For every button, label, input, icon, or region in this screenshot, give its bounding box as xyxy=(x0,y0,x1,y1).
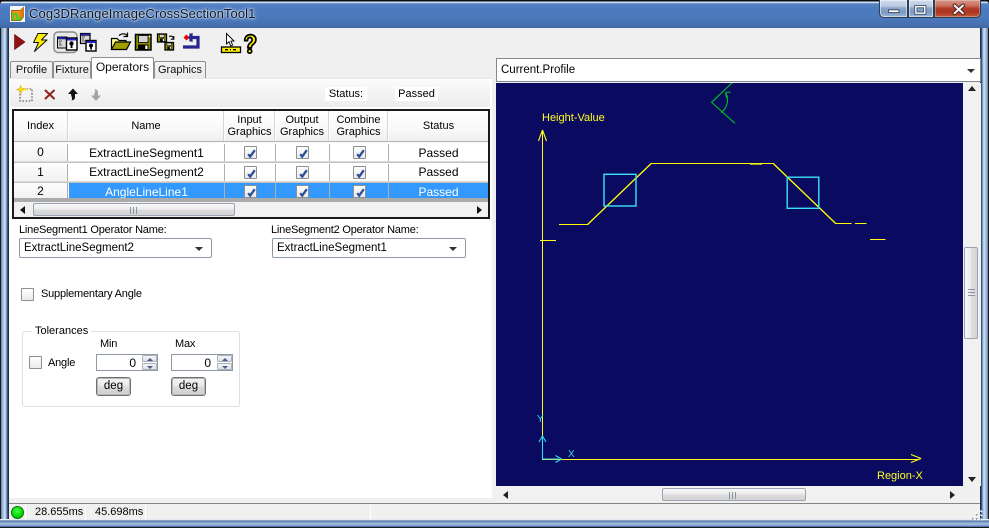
svg-text:Y: Y xyxy=(537,414,544,425)
svg-text:X: X xyxy=(568,449,575,460)
svg-text:Region-X: Region-X xyxy=(877,470,924,482)
svg-text:Height-Value: Height-Value xyxy=(542,112,605,124)
